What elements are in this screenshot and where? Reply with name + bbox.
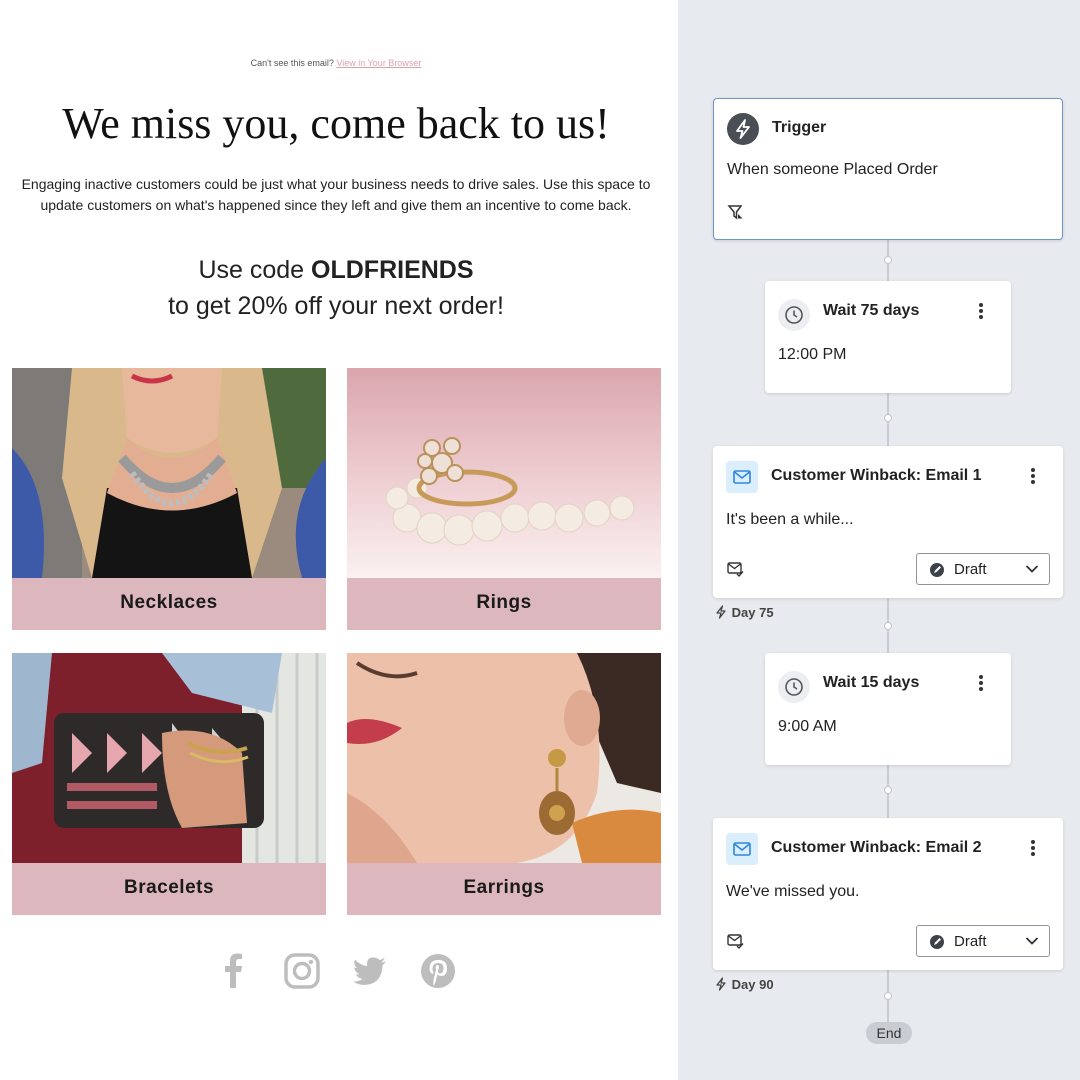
lightning-icon	[716, 977, 726, 991]
twitter-icon[interactable]	[352, 950, 388, 992]
promo-block: Use code OLDFRIENDS to get 20% off your …	[0, 252, 672, 324]
day-label: Day 75	[731, 605, 774, 620]
category-tile-rings[interactable]: Rings	[347, 368, 661, 630]
category-tile-bracelets[interactable]: Bracelets	[12, 653, 326, 915]
email-title: Customer Winback: Email 2	[771, 839, 982, 856]
social-links	[0, 950, 672, 992]
more-options-icon[interactable]	[973, 673, 989, 693]
day-marker: Day 90	[714, 977, 774, 992]
trigger-description: When someone Placed Order	[727, 161, 938, 178]
clock-icon	[778, 671, 810, 703]
necklaces-photo	[12, 368, 326, 578]
view-in-browser-link[interactable]: View in Your Browser	[336, 58, 421, 68]
facebook-icon[interactable]	[216, 950, 252, 992]
category-tile-necklaces[interactable]: Necklaces	[12, 368, 326, 630]
status-dropdown[interactable]: Draft	[916, 925, 1050, 957]
promo-prefix: Use code	[198, 256, 305, 284]
connector-node[interactable]	[884, 992, 892, 1000]
more-options-icon[interactable]	[1025, 838, 1041, 858]
draft-icon	[930, 563, 944, 577]
trigger-card[interactable]: Trigger When someone Placed Order	[713, 98, 1063, 240]
category-tile-earrings[interactable]: Earrings	[347, 653, 661, 915]
wait-title: Wait 15 days	[823, 674, 920, 691]
lightning-icon	[727, 113, 759, 145]
status-dropdown[interactable]: Draft	[916, 553, 1050, 585]
promo-suffix: to get 20% off your next order!	[168, 292, 504, 320]
lightning-icon	[716, 605, 726, 619]
status-label: Draft	[954, 561, 987, 578]
end-node: End	[866, 1022, 912, 1044]
chevron-down-icon	[1025, 565, 1039, 573]
flow-canvas: Trigger When someone Placed Order Wait 7…	[678, 0, 1080, 1080]
mail-icon	[726, 461, 758, 493]
mail-icon	[726, 833, 758, 865]
earrings-photo	[347, 653, 661, 863]
email-preview-text: We've missed you.	[726, 883, 860, 900]
day-marker: Day 75	[714, 605, 774, 620]
clock-icon	[778, 299, 810, 331]
rings-photo	[347, 368, 661, 578]
email-intro: Engaging inactive customers could be jus…	[21, 176, 651, 213]
wait-title: Wait 75 days	[823, 302, 920, 319]
email-preview: Can't see this email? View in Your Brows…	[0, 0, 678, 1080]
pinterest-icon[interactable]	[420, 950, 456, 992]
email-status-icon[interactable]	[726, 560, 744, 578]
email-status-icon[interactable]	[726, 932, 744, 950]
filter-icon[interactable]	[727, 203, 745, 221]
email-title: Customer Winback: Email 1	[771, 467, 982, 484]
draft-icon	[930, 935, 944, 949]
wait-time: 9:00 AM	[778, 718, 837, 735]
wait-card-1[interactable]: Wait 75 days 12:00 PM	[765, 281, 1011, 393]
more-options-icon[interactable]	[973, 301, 989, 321]
connector-node[interactable]	[884, 414, 892, 422]
email-preview-text: It's been a while...	[726, 511, 854, 528]
trigger-title: Trigger	[772, 119, 827, 136]
category-label: Bracelets	[12, 863, 326, 915]
day-label: Day 90	[731, 977, 774, 992]
promo-code: OLDFRIENDS	[311, 256, 474, 284]
connector-node[interactable]	[884, 256, 892, 264]
bracelets-photo	[12, 653, 326, 863]
instagram-icon[interactable]	[284, 950, 320, 992]
connector-node[interactable]	[884, 622, 892, 630]
status-label: Draft	[954, 933, 987, 950]
email-card-1[interactable]: Customer Winback: Email 1 It's been a wh…	[713, 446, 1063, 598]
category-label: Earrings	[347, 863, 661, 915]
category-label: Rings	[347, 578, 661, 630]
email-headline: We miss you, come back to us!	[62, 99, 610, 148]
preheader: Can't see this email? View in Your Brows…	[0, 58, 672, 68]
chevron-down-icon	[1025, 937, 1039, 945]
preheader-text: Can't see this email?	[250, 58, 334, 68]
wait-card-2[interactable]: Wait 15 days 9:00 AM	[765, 653, 1011, 765]
more-options-icon[interactable]	[1025, 466, 1041, 486]
email-card-2[interactable]: Customer Winback: Email 2 We've missed y…	[713, 818, 1063, 970]
category-label: Necklaces	[12, 578, 326, 630]
wait-time: 12:00 PM	[778, 346, 847, 363]
connector-node[interactable]	[884, 786, 892, 794]
